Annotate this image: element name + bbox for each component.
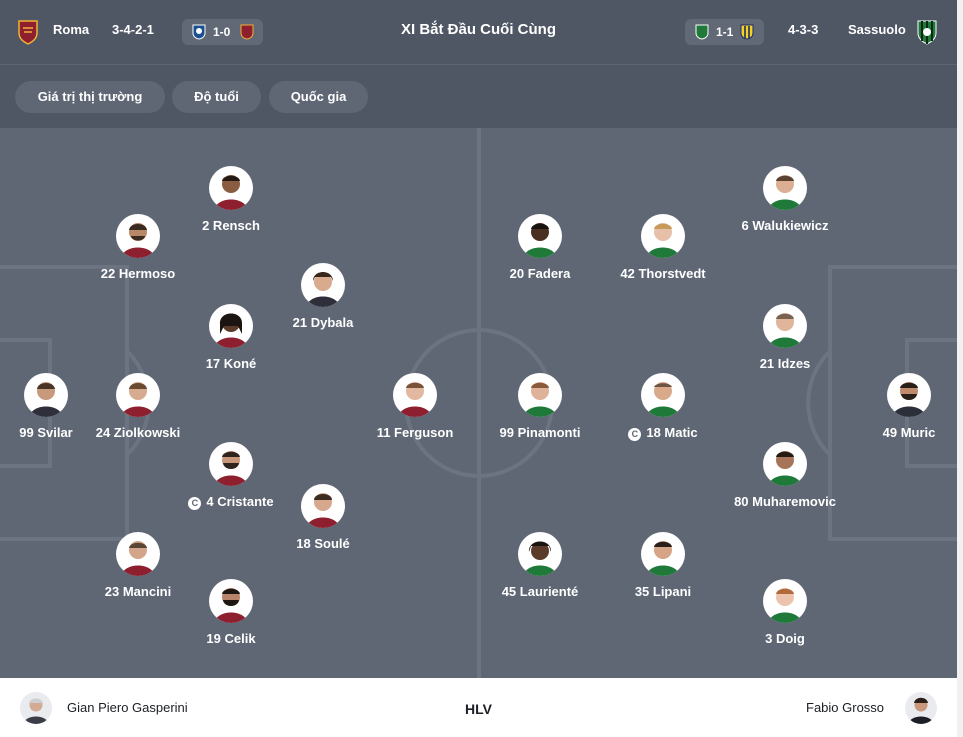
player-name: 11 Ferguson: [376, 425, 454, 440]
player-name: 21 Dybala: [292, 315, 354, 330]
player-photo: [641, 373, 685, 417]
home-last-match-chip[interactable]: 1-0: [182, 19, 263, 45]
away-last-score: 1-1: [716, 25, 734, 39]
away-formation: 4-3-3: [788, 22, 819, 37]
player-photo: [763, 442, 807, 486]
filter-market-value-button[interactable]: Giá trị thị trường: [15, 81, 165, 113]
player-name: 21 Idzes: [759, 356, 811, 371]
parma-crest-icon: [740, 24, 754, 40]
home-coach-name[interactable]: Gian Piero Gasperini: [67, 700, 188, 715]
coach-bar: Gian Piero Gasperini HLV Fabio Grosso: [0, 678, 957, 737]
home-team-name: Roma: [53, 22, 90, 37]
home-coach-avatar: [20, 692, 52, 724]
filter-bar: Giá trị thị trường Độ tuổi Quốc gia: [0, 64, 957, 128]
captain-icon: C: [628, 428, 642, 441]
player-photo: [209, 579, 253, 623]
roma-crest-icon: [240, 24, 254, 40]
player-photo: [301, 263, 345, 307]
player-photo: [24, 373, 68, 417]
filter-age-button[interactable]: Độ tuổi: [172, 81, 261, 113]
sassuolo-crest-icon: [695, 24, 709, 40]
player-name: 19 Celik: [206, 631, 256, 646]
scrollbar[interactable]: [957, 0, 963, 737]
player-name: 99 Pinamonti: [499, 425, 581, 440]
away-team-name: Sassuolo: [848, 22, 906, 37]
player-name: 23 Mancini: [104, 584, 172, 599]
atalanta-crest-icon: [192, 24, 206, 40]
player-name: 17 Koné: [205, 356, 257, 371]
lineup-panel: Roma 3-4-2-1 1-0 XI Bắt Đầu Cuối Cùng 1-…: [0, 0, 957, 737]
player-photo: [518, 373, 562, 417]
player-photo: [393, 373, 437, 417]
player-name: 6 Walukiewicz: [741, 218, 829, 233]
away-last-match-chip[interactable]: 1-1: [685, 19, 764, 45]
player-photo: [301, 484, 345, 528]
player-name: 2 Rensch: [202, 218, 260, 233]
player-name: 18 Matic: [646, 425, 698, 440]
player-photo: [887, 373, 931, 417]
player-name: 20 Fadera: [509, 266, 571, 281]
player-photo: [763, 166, 807, 210]
lineup-header: Roma 3-4-2-1 1-0 XI Bắt Đầu Cuối Cùng 1-…: [0, 0, 957, 64]
player-photo: [641, 214, 685, 258]
player-name: 49 Muric: [882, 425, 936, 440]
player-photo: [209, 166, 253, 210]
away-coach-avatar: [905, 692, 937, 724]
player-name: 4 Cristante: [206, 494, 274, 509]
lineup-title: XI Bắt Đầu Cuối Cùng: [401, 21, 556, 38]
sassuolo-crest-icon: [917, 20, 937, 45]
pitch: 99 Svilar 24 Ziolkowski 22 Hermoso 23 Ma…: [0, 128, 957, 678]
roma-crest-icon: [18, 20, 38, 45]
player-photo: [209, 442, 253, 486]
filter-nationality-button[interactable]: Quốc gia: [269, 81, 368, 113]
player-name: 35 Lipani: [634, 584, 692, 599]
home-formation: 3-4-2-1: [112, 22, 154, 37]
player-name: 22 Hermoso: [100, 266, 176, 281]
away-coach-name[interactable]: Fabio Grosso: [806, 700, 884, 715]
player-photo: [763, 579, 807, 623]
player-photo: [518, 532, 562, 576]
player-photo: [518, 214, 562, 258]
player-photo: [116, 532, 160, 576]
coach-label: HLV: [465, 701, 492, 717]
player-name: 45 Laurienté: [501, 584, 579, 599]
captain-icon: C: [188, 497, 202, 510]
home-last-score: 1-0: [213, 25, 231, 39]
player-name: 18 Soulé: [296, 536, 350, 551]
player-name: 80 Muharemovic: [734, 494, 836, 509]
player-photo: [763, 304, 807, 348]
player-name: 24 Ziolkowski: [95, 425, 181, 440]
player-photo: [641, 532, 685, 576]
player-name: 3 Doig: [765, 631, 805, 646]
player-name: 42 Thorstvedt: [620, 266, 706, 281]
player-photo: [116, 373, 160, 417]
